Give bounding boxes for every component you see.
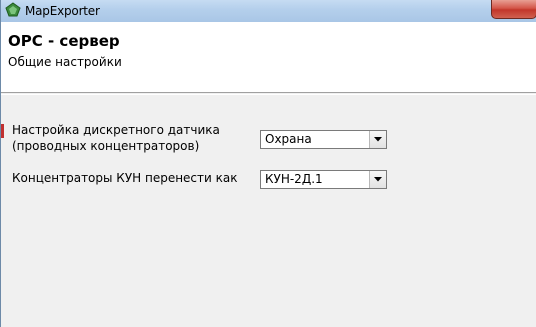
header-panel: OPC - сервер Общие настройки <box>1 22 536 93</box>
map-exporter-icon[interactable] <box>5 2 21 18</box>
page-subtitle: Общие настройки <box>8 55 122 69</box>
kun-concentrators-label: Концентраторы КУН перенести как <box>12 171 238 185</box>
kun-concentrators-select-value: КУН-2Д.1 <box>265 172 323 186</box>
chevron-down-icon <box>374 177 382 182</box>
discrete-sensor-label-line1: Настройка дискретного датчика <box>12 123 220 137</box>
chevron-down-icon <box>374 137 382 142</box>
title-bar[interactable]: MapExporter <box>1 0 536 22</box>
window-title: MapExporter <box>25 4 100 18</box>
close-button[interactable] <box>491 0 536 19</box>
discrete-sensor-select-value: Охрана <box>265 132 312 146</box>
discrete-sensor-dropdown-button[interactable] <box>369 131 386 148</box>
main-window: MapExporter OPC - сервер Общие настройки… <box>0 0 536 327</box>
discrete-sensor-label-line2: (проводных концентраторов) <box>12 139 200 153</box>
focus-marker <box>1 124 4 138</box>
page-title: OPC - сервер <box>8 32 120 50</box>
discrete-sensor-select[interactable]: Охрана <box>260 130 387 149</box>
kun-concentrators-dropdown-button[interactable] <box>369 171 386 188</box>
kun-concentrators-select[interactable]: КУН-2Д.1 <box>260 170 387 189</box>
header-divider <box>1 94 536 95</box>
